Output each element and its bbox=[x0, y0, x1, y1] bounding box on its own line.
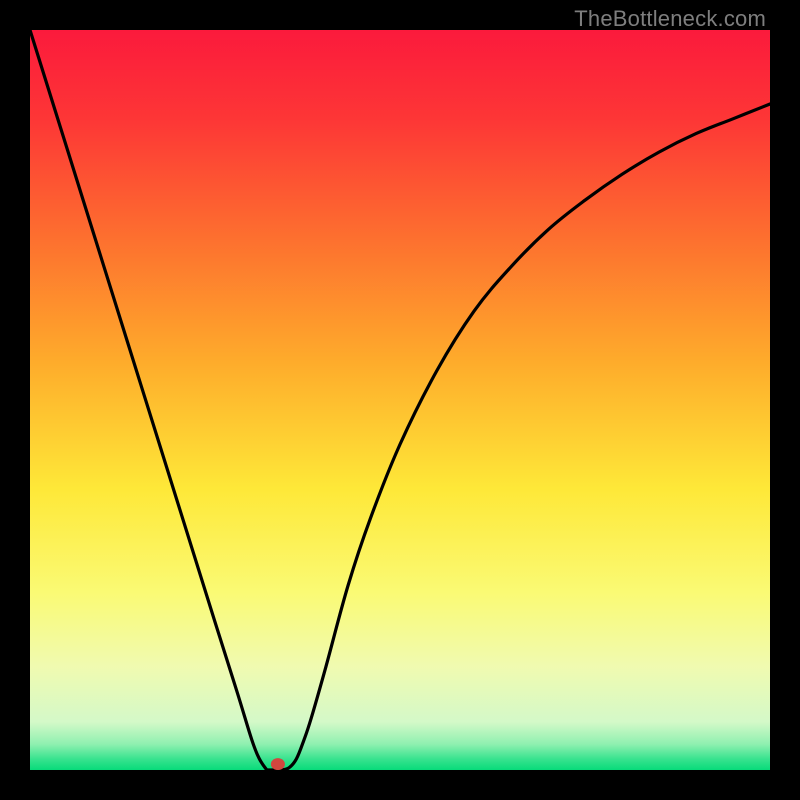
curve-layer bbox=[30, 30, 770, 770]
chart-frame: TheBottleneck.com bbox=[0, 0, 800, 800]
plot-area bbox=[30, 30, 770, 770]
watermark-text: TheBottleneck.com bbox=[574, 6, 766, 32]
minimum-marker-dot bbox=[271, 758, 285, 770]
bottleneck-curve bbox=[30, 30, 770, 770]
